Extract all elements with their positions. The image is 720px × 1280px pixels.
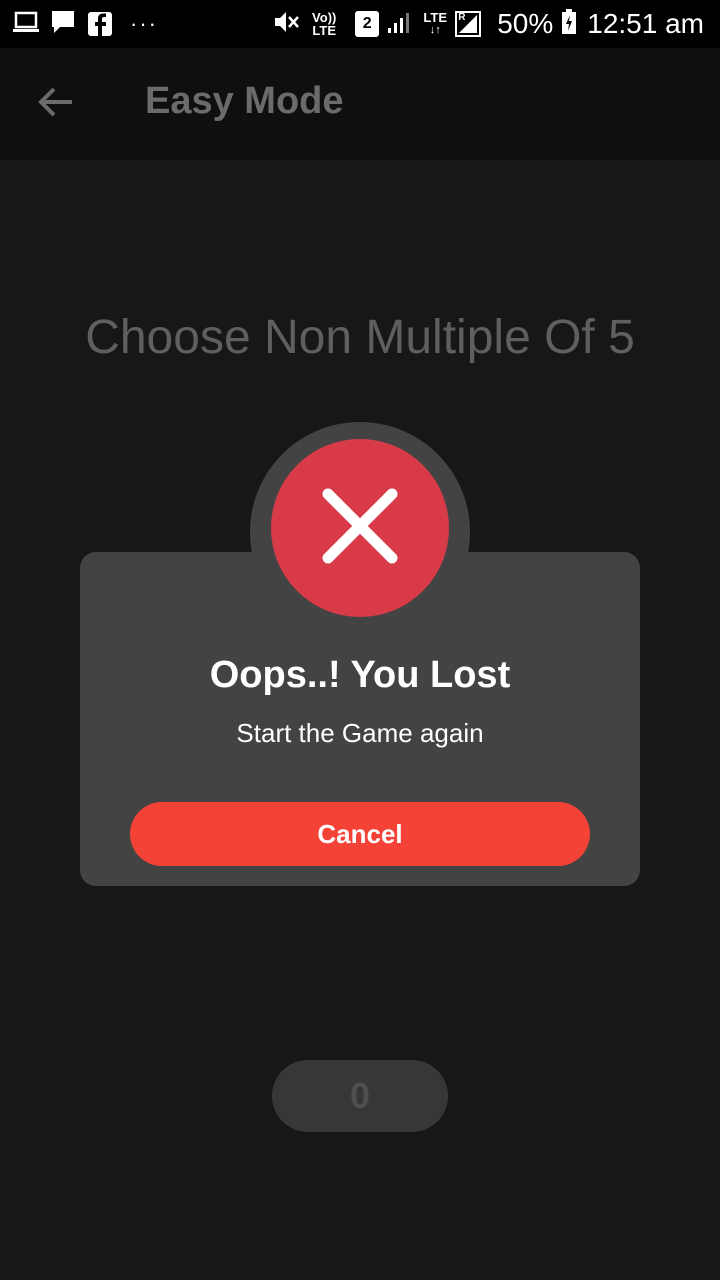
status-bar: ··· Vo)) LTE 2 LTE ↓↑ R 50% 12:51 am	[0, 0, 720, 48]
error-badge	[271, 439, 449, 617]
dialog-title: Oops..! You Lost	[209, 654, 511, 696]
game-prompt: Choose Non Multiple Of 5	[85, 311, 635, 364]
lte-indicator: LTE ↓↑	[421, 11, 449, 37]
battery-percent: 50%	[497, 8, 554, 39]
dialog-message: Start the Game again	[236, 718, 484, 748]
roaming-signal-icon: R	[455, 11, 482, 37]
app-bar: Easy Mode	[0, 48, 720, 160]
volte-indicator: Vo)) LTE	[311, 11, 337, 37]
back-button[interactable]	[24, 76, 88, 132]
signal-icon	[387, 10, 411, 39]
score-display: 0	[272, 1060, 448, 1132]
status-bar-system: Vo)) LTE 2 LTE ↓↑ R 50% 12:51 am	[273, 8, 704, 40]
laptop-icon	[12, 10, 40, 39]
cancel-button[interactable]: Cancel	[130, 802, 590, 866]
volte-label-bottom: LTE	[312, 23, 336, 38]
page-title: Easy Mode	[145, 80, 344, 122]
arrow-left-icon	[38, 86, 74, 123]
battery-icon	[561, 8, 577, 40]
roaming-label: R	[458, 12, 466, 23]
status-bar-notifications: ···	[12, 8, 158, 40]
lte-label: LTE	[423, 10, 447, 25]
screen: ··· Vo)) LTE 2 LTE ↓↑ R 50% 12:51 am Eas…	[0, 0, 720, 1280]
clock: 12:51 am	[587, 8, 704, 39]
chat-icon	[50, 9, 76, 40]
more-notifications-dots: ···	[130, 11, 158, 36]
facebook-icon	[86, 7, 114, 42]
sim-slot-badge: 2	[355, 11, 380, 37]
close-icon	[320, 486, 400, 571]
mute-icon	[273, 9, 301, 40]
